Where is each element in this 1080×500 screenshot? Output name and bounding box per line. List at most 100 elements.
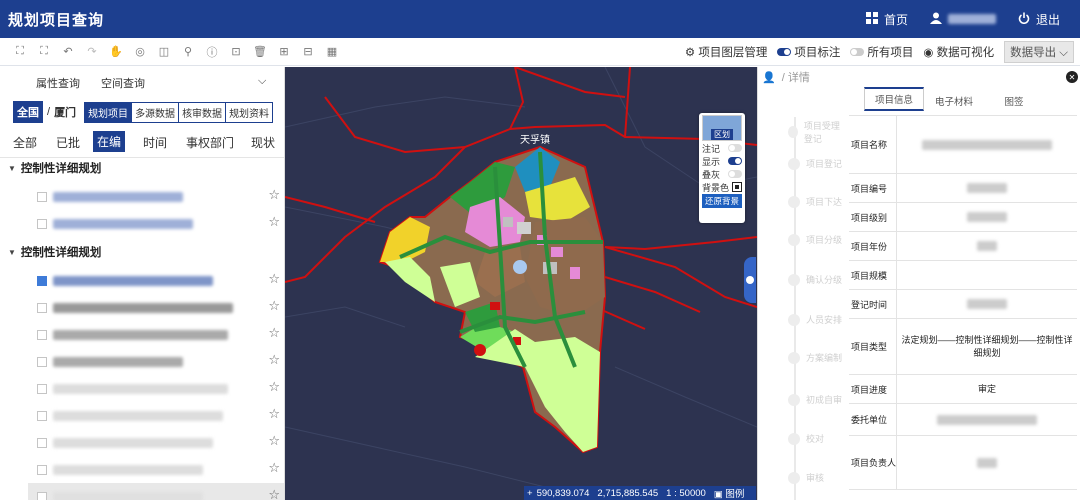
- star-icon[interactable]: ☆: [268, 187, 280, 203]
- project-label-toggle[interactable]: 项目标注: [777, 44, 840, 60]
- list-item[interactable]: ☆: [37, 402, 284, 429]
- measure-icon[interactable]: ◫: [156, 44, 172, 60]
- zoom-in-icon[interactable]: ⛶: [12, 44, 28, 60]
- district-thumbnail[interactable]: 区划: [702, 115, 742, 141]
- zoom-out-icon[interactable]: ⛶: [36, 44, 52, 60]
- color-swatch-icon[interactable]: [732, 182, 742, 192]
- legend-row-annotation: 注记: [702, 142, 742, 154]
- region-city[interactable]: 厦门: [54, 104, 76, 120]
- undo-icon[interactable]: ↶: [60, 44, 76, 60]
- list-item[interactable]: ☆: [37, 210, 284, 237]
- legend-toggle-button[interactable]: ▣ 图例: [714, 486, 745, 500]
- filter-all[interactable]: 全部: [13, 134, 37, 151]
- timeline-step: 确认分级: [788, 273, 842, 286]
- list-item[interactable]: ☆: [37, 456, 284, 483]
- filter-department[interactable]: 事权部门: [186, 134, 234, 151]
- info-row: 项目编号: [849, 174, 1077, 203]
- project-label-text: 项目标注: [794, 46, 841, 59]
- tree-group-2[interactable]: ▼ 控制性详细规划: [8, 242, 284, 262]
- restore-background-button[interactable]: 还原背景: [702, 194, 742, 208]
- star-icon[interactable]: ☆: [268, 460, 280, 476]
- coord-y: 2,715,885.545: [597, 487, 659, 499]
- close-icon[interactable]: ✕: [1066, 71, 1078, 83]
- tree-group-1[interactable]: ▼ 控制性详细规划: [8, 158, 284, 178]
- filter-time[interactable]: 时间: [143, 134, 167, 151]
- checkbox[interactable]: [37, 329, 47, 340]
- detail-header: 👤 / 详情: [758, 67, 1080, 87]
- checkbox[interactable]: [37, 302, 47, 313]
- collapse-right-handle[interactable]: [744, 257, 756, 303]
- export-image-icon[interactable]: ⊡: [228, 44, 244, 60]
- toggle-on-icon[interactable]: [728, 157, 742, 165]
- checkbox[interactable]: [37, 410, 47, 421]
- split-icon[interactable]: ⊞: [276, 44, 292, 60]
- user-menu[interactable]: [929, 12, 996, 27]
- list-item[interactable]: ☆: [37, 183, 284, 210]
- tab-spatial-query[interactable]: 空间查询: [101, 75, 145, 91]
- star-icon[interactable]: ☆: [268, 325, 280, 341]
- checkbox[interactable]: [37, 275, 47, 286]
- toggle-off-icon[interactable]: [728, 144, 742, 152]
- locate-icon[interactable]: ⚲: [180, 44, 196, 60]
- compare-icon[interactable]: ⊟: [300, 44, 316, 60]
- filter-current[interactable]: 现状: [251, 134, 275, 151]
- all-projects-toggle[interactable]: 所有项目: [850, 44, 913, 60]
- checkbox[interactable]: [37, 437, 47, 448]
- checkbox[interactable]: [37, 491, 47, 500]
- segment-review-data[interactable]: 核审数据: [178, 102, 225, 122]
- info-icon[interactable]: ⓘ: [204, 44, 220, 60]
- layer-mgmt-button[interactable]: ⚙ 项目图层管理: [685, 44, 768, 60]
- timeline-step: 初成自审: [788, 393, 842, 406]
- checkbox[interactable]: [37, 356, 47, 367]
- export-dropdown[interactable]: 数据导出 ⌵: [1004, 40, 1074, 63]
- star-icon[interactable]: ☆: [268, 271, 280, 287]
- checkbox[interactable]: [37, 218, 47, 229]
- tab-drawing-labels[interactable]: 图签: [984, 94, 1044, 111]
- home-button[interactable]: 首页: [865, 11, 908, 28]
- logout-button[interactable]: 退出: [1018, 11, 1060, 28]
- region-all-button[interactable]: 全国: [13, 101, 43, 123]
- filter-in-progress[interactable]: 在编: [93, 131, 126, 152]
- redo-icon[interactable]: ↷: [84, 44, 100, 60]
- star-icon[interactable]: ☆: [268, 379, 280, 395]
- list-item[interactable]: ☆: [37, 429, 284, 456]
- toggle-off-icon[interactable]: [728, 170, 742, 178]
- list-item[interactable]: ☆: [28, 483, 284, 500]
- segment-planning-materials[interactable]: 规划资料: [225, 102, 272, 122]
- tree-group-2-label: 控制性详细规划: [20, 247, 102, 259]
- filter-approved[interactable]: 已批: [56, 134, 80, 151]
- chevron-down-icon[interactable]: ⌵: [258, 75, 266, 88]
- star-icon[interactable]: ☆: [268, 406, 280, 422]
- globe-icon[interactable]: ◎: [132, 44, 148, 60]
- list-item[interactable]: ☆: [37, 321, 284, 348]
- tab-attribute-query[interactable]: 属性查询: [36, 75, 80, 91]
- tab-project-info[interactable]: 项目信息: [864, 87, 924, 111]
- data-visual-button[interactable]: ◉ 数据可视化: [923, 44, 994, 60]
- checkbox[interactable]: [37, 464, 47, 475]
- detail-panel: 👤 / 详情 ✕ 项目受理登记 项目登记 项目下达 项目分级 确认分级 人员安排…: [757, 67, 1080, 500]
- map-canvas: 天孚镇: [285, 67, 757, 488]
- list-item[interactable]: ☆: [37, 348, 284, 375]
- list-item[interactable]: ☆: [37, 294, 284, 321]
- star-icon[interactable]: ☆: [268, 298, 280, 314]
- checkbox[interactable]: [37, 191, 47, 202]
- delete-icon[interactable]: 🗑: [252, 44, 268, 60]
- segment-planning-projects[interactable]: 规划项目: [85, 102, 132, 122]
- list-item[interactable]: ☆: [37, 375, 284, 402]
- star-icon[interactable]: ☆: [268, 352, 280, 368]
- layers-icon[interactable]: ▦: [324, 44, 340, 60]
- segment-multi-source[interactable]: 多源数据: [131, 102, 178, 122]
- user-icon: 👤: [762, 71, 776, 84]
- star-icon[interactable]: ☆: [268, 487, 280, 500]
- left-panel: 属性查询 空间查询 ⌵ 全国 / 厦门 规划项目 多源数据 核审数据 规划资料 …: [0, 67, 285, 500]
- info-row: 项目年份: [849, 232, 1077, 261]
- info-row: 项目名称: [849, 116, 1077, 174]
- list-item[interactable]: ☆: [37, 267, 284, 294]
- tab-electronic-materials[interactable]: 电子材料: [924, 94, 984, 111]
- map-view[interactable]: 天孚镇: [285, 67, 757, 500]
- checkbox[interactable]: [37, 383, 47, 394]
- toggle-on-icon: [777, 48, 792, 57]
- star-icon[interactable]: ☆: [268, 214, 280, 230]
- pan-icon[interactable]: ✋: [108, 44, 124, 60]
- star-icon[interactable]: ☆: [268, 433, 280, 449]
